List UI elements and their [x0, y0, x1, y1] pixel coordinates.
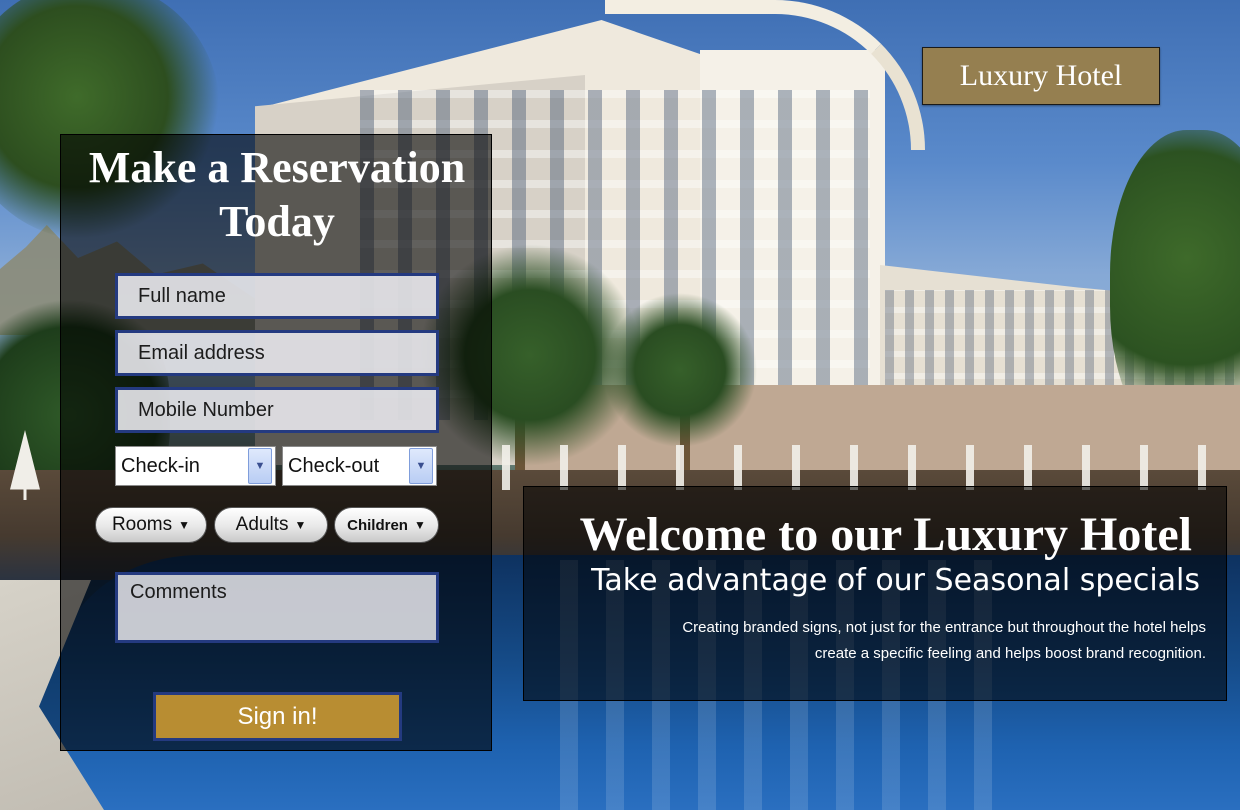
checkin-select[interactable]: Check-in ▼ [115, 446, 276, 486]
palm-tree [600, 290, 760, 450]
full-name-input[interactable] [115, 273, 439, 319]
email-input[interactable] [115, 330, 439, 376]
adults-dropdown[interactable]: Adults ▼ [214, 507, 328, 543]
adults-label: Adults [235, 514, 289, 535]
children-label: Children [347, 516, 408, 534]
rooms-label: Rooms [111, 514, 173, 535]
reservation-form: Make a Reservation Today Check-in ▼ Chec… [60, 134, 492, 751]
rooms-dropdown[interactable]: Rooms ▼ [95, 507, 207, 543]
children-dropdown[interactable]: Children ▼ [334, 507, 439, 543]
welcome-panel: Welcome to our Luxury Hotel Take advanta… [523, 486, 1227, 701]
logo-text: Luxury Hotel [959, 59, 1123, 92]
caret-down-icon: ▼ [413, 518, 426, 532]
mobile-number-input[interactable] [115, 387, 439, 433]
checkin-label: Check-in [121, 454, 200, 477]
checkout-label: Check-out [288, 454, 380, 477]
logo-badge: Luxury Hotel [922, 47, 1160, 105]
chevron-down-icon[interactable]: ▼ [409, 448, 433, 484]
welcome-text: Creating branded signs, not just for the… [682, 619, 1206, 662]
welcome-subtitle: Take advantage of our Seasonal specials [591, 563, 1200, 598]
checkout-select[interactable]: Check-out ▼ [282, 446, 437, 486]
chevron-down-icon[interactable]: ▼ [248, 448, 272, 484]
caret-down-icon: ▼ [294, 518, 307, 532]
pool-umbrellas [480, 445, 1220, 490]
welcome-title: Welcome to our Luxury Hotel [579, 508, 1192, 561]
reservation-title: Make a Reservation Today [88, 143, 466, 246]
comments-textarea[interactable] [115, 572, 439, 643]
caret-down-icon: ▼ [178, 518, 191, 532]
sign-in-button[interactable]: Sign in! [153, 692, 402, 741]
